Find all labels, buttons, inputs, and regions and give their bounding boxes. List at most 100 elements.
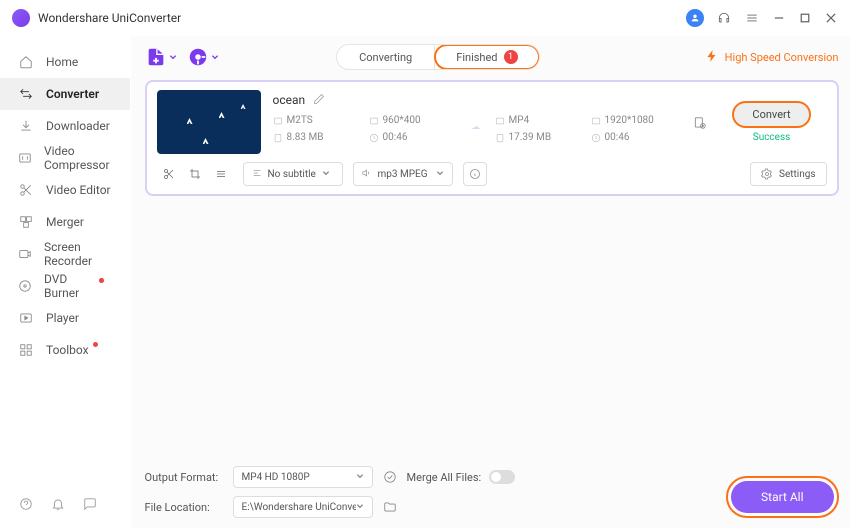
- arrow-icon: [465, 120, 489, 138]
- dropdown-value: No subtitle: [268, 169, 316, 180]
- sidebar-item-label: Downloader: [46, 119, 110, 133]
- sidebar-item-merger[interactable]: Merger: [0, 206, 130, 238]
- src-dur: 00:46: [369, 132, 459, 143]
- dst-dur: 00:46: [591, 132, 681, 143]
- settings-label: Settings: [779, 169, 816, 180]
- file-card: ocean M2TS 8.83 MB 960*400 00:46: [145, 80, 839, 196]
- file-location-label: File Location:: [145, 501, 223, 514]
- src-size: 8.83 MB: [273, 132, 363, 143]
- start-all-button[interactable]: Start All: [731, 481, 834, 513]
- video-thumbnail[interactable]: [157, 90, 261, 154]
- merger-icon: [18, 214, 34, 230]
- src-format: M2TS: [273, 115, 363, 126]
- maximize-button[interactable]: [798, 11, 812, 25]
- sidebar-item-compressor[interactable]: Video Compressor: [0, 142, 130, 174]
- scissors-icon: [18, 182, 34, 198]
- open-folder-icon[interactable]: [383, 500, 397, 514]
- sidebar-item-toolbox[interactable]: Toolbox: [0, 334, 130, 366]
- dst-res: 1920*1080: [591, 115, 681, 126]
- tab-converting[interactable]: Converting: [337, 45, 435, 69]
- dropdown-value: E:\Wondershare UniConverter: [242, 502, 356, 513]
- minimize-button[interactable]: [772, 11, 786, 25]
- sidebar-item-label: Toolbox: [46, 343, 89, 357]
- sidebar-item-converter[interactable]: Converter: [0, 78, 130, 110]
- sidebar-item-label: Screen Recorder: [44, 240, 112, 268]
- effect-icon[interactable]: [215, 165, 227, 184]
- high-speed-toggle[interactable]: High Speed Conversion: [705, 48, 839, 67]
- download-icon: [18, 118, 34, 134]
- app-title: Wondershare UniConverter: [38, 11, 686, 25]
- dropdown-value: mp3 MPEG lay...: [378, 169, 430, 180]
- file-location-dropdown[interactable]: E:\Wondershare UniConverter: [233, 496, 373, 518]
- app-logo: [12, 9, 30, 27]
- add-dvd-button[interactable]: [187, 46, 219, 68]
- sidebar-item-label: Video Compressor: [44, 144, 112, 172]
- player-icon: [18, 310, 34, 326]
- output-format-dropdown[interactable]: MP4 HD 1080P: [233, 466, 373, 488]
- edit-name-icon[interactable]: [313, 90, 325, 109]
- trim-icon[interactable]: [163, 165, 175, 184]
- toolbox-icon: [18, 342, 34, 358]
- chevron-down-icon: [436, 169, 444, 180]
- add-file-button[interactable]: [145, 46, 177, 68]
- status-text: Success: [753, 132, 791, 143]
- dropdown-value: MP4 HD 1080P: [242, 472, 310, 483]
- tab-label: Converting: [359, 51, 412, 64]
- sidebar-item-label: Merger: [46, 215, 84, 229]
- tab-finished[interactable]: Finished 1: [434, 44, 539, 70]
- badge-dot: [93, 342, 98, 347]
- sidebar-item-label: Home: [46, 55, 78, 69]
- main-panel: Converting Finished 1 High Speed Conversi…: [131, 36, 850, 528]
- sidebar-item-recorder[interactable]: Screen Recorder: [0, 238, 130, 270]
- sidebar-item-editor[interactable]: Video Editor: [0, 174, 130, 206]
- titlebar: Wondershare UniConverter: [0, 0, 850, 36]
- chevron-down-icon: [322, 169, 330, 180]
- subtitle-dropdown[interactable]: No subtitle: [243, 162, 343, 186]
- preset-icon[interactable]: [693, 115, 707, 129]
- dvd-icon: [18, 278, 32, 294]
- merge-toggle[interactable]: [489, 470, 515, 484]
- footer: Output Format: MP4 HD 1080P Merge All Fi…: [145, 456, 839, 518]
- dst-size: 17.39 MB: [495, 132, 585, 143]
- chevron-down-icon: [356, 502, 364, 513]
- audio-dropdown[interactable]: mp3 MPEG lay...: [353, 162, 453, 186]
- sidebar-item-downloader[interactable]: Downloader: [0, 110, 130, 142]
- tab-badge: 1: [504, 50, 518, 64]
- user-avatar[interactable]: [686, 9, 704, 27]
- feedback-icon[interactable]: [82, 496, 98, 512]
- merge-label: Merge All Files:: [407, 471, 482, 484]
- file-name: ocean: [273, 93, 306, 107]
- crop-icon[interactable]: [189, 165, 201, 184]
- tab-label: Finished: [456, 51, 497, 64]
- sidebar-item-label: DVD Burner: [44, 272, 95, 300]
- recorder-icon: [18, 246, 32, 262]
- sidebar-item-label: Player: [46, 311, 79, 325]
- sidebar-item-label: Video Editor: [46, 183, 111, 197]
- sidebar-item-home[interactable]: Home: [0, 46, 130, 78]
- converter-icon: [18, 86, 34, 102]
- headset-icon[interactable]: [716, 10, 732, 26]
- bolt-icon: [705, 48, 719, 67]
- close-button[interactable]: [824, 11, 838, 25]
- start-all-highlight: Start All: [726, 476, 839, 518]
- help-icon[interactable]: [18, 496, 34, 512]
- badge-dot: [99, 278, 103, 283]
- bell-icon[interactable]: [50, 496, 66, 512]
- convert-button[interactable]: Convert: [732, 101, 810, 128]
- chevron-down-icon: [356, 472, 364, 483]
- info-button[interactable]: [463, 162, 487, 186]
- tabs: Converting Finished 1: [336, 44, 539, 70]
- src-res: 960*400: [369, 115, 459, 126]
- sidebar-item-label: Converter: [46, 87, 99, 101]
- high-speed-label: High Speed Conversion: [725, 51, 839, 64]
- sidebar-item-dvd[interactable]: DVD Burner: [0, 270, 130, 302]
- home-icon: [18, 54, 34, 70]
- sidebar-item-player[interactable]: Player: [0, 302, 130, 334]
- audio-icon: [362, 168, 372, 181]
- settings-button[interactable]: Settings: [750, 162, 827, 186]
- menu-icon[interactable]: [744, 10, 760, 26]
- sidebar: Home Converter Downloader Video Compress…: [0, 36, 131, 528]
- compress-option-icon[interactable]: [383, 470, 397, 484]
- subtitle-icon: [252, 168, 262, 181]
- dst-format: MP4: [495, 115, 585, 126]
